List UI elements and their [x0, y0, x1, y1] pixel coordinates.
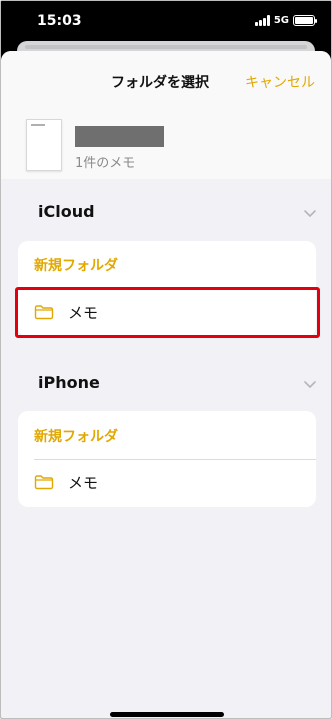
phone-frame: 15:03 5G フォルダを選択 キャンセル 1件のメモ iCloud 新規フォ…: [0, 0, 332, 719]
new-folder-row-iphone[interactable]: 新規フォルダ: [18, 411, 316, 459]
sheet-title: フォルダを選択: [111, 75, 209, 91]
new-folder-button[interactable]: 新規フォルダ: [34, 255, 118, 275]
cancel-button[interactable]: キャンセル: [245, 72, 315, 92]
folder-label: メモ: [68, 474, 99, 492]
home-indicator[interactable]: [110, 712, 224, 717]
status-bar: 15:03 5G: [1, 1, 331, 43]
sheet-header: フォルダを選択 キャンセル 1件のメモ: [1, 51, 331, 179]
chevron-down-icon[interactable]: [303, 378, 317, 392]
new-folder-row-icloud[interactable]: 新規フォルダ: [18, 241, 316, 289]
folder-icon: [34, 475, 54, 490]
highlight-box: [15, 287, 320, 338]
note-thumbnail: [26, 119, 62, 171]
status-time: 15:03: [37, 13, 82, 29]
battery-icon: [293, 15, 317, 26]
chevron-down-icon[interactable]: [303, 207, 317, 221]
note-count: 1件のメモ: [75, 156, 136, 171]
section-title-iphone: iPhone: [38, 373, 100, 392]
status-indicators: 5G: [254, 15, 317, 26]
iphone-folder-list: 新規フォルダ メモ: [18, 411, 316, 507]
folder-picker-sheet: フォルダを選択 キャンセル 1件のメモ iCloud 新規フォルダ メモ iPh…: [1, 51, 331, 718]
new-folder-button[interactable]: 新規フォルダ: [34, 426, 118, 446]
network-type: 5G: [273, 15, 289, 26]
signal-icon: [254, 15, 270, 26]
folder-row-iphone-memo[interactable]: メモ: [18, 459, 316, 507]
note-title-redacted: [75, 126, 164, 147]
section-title-icloud: iCloud: [38, 202, 95, 221]
